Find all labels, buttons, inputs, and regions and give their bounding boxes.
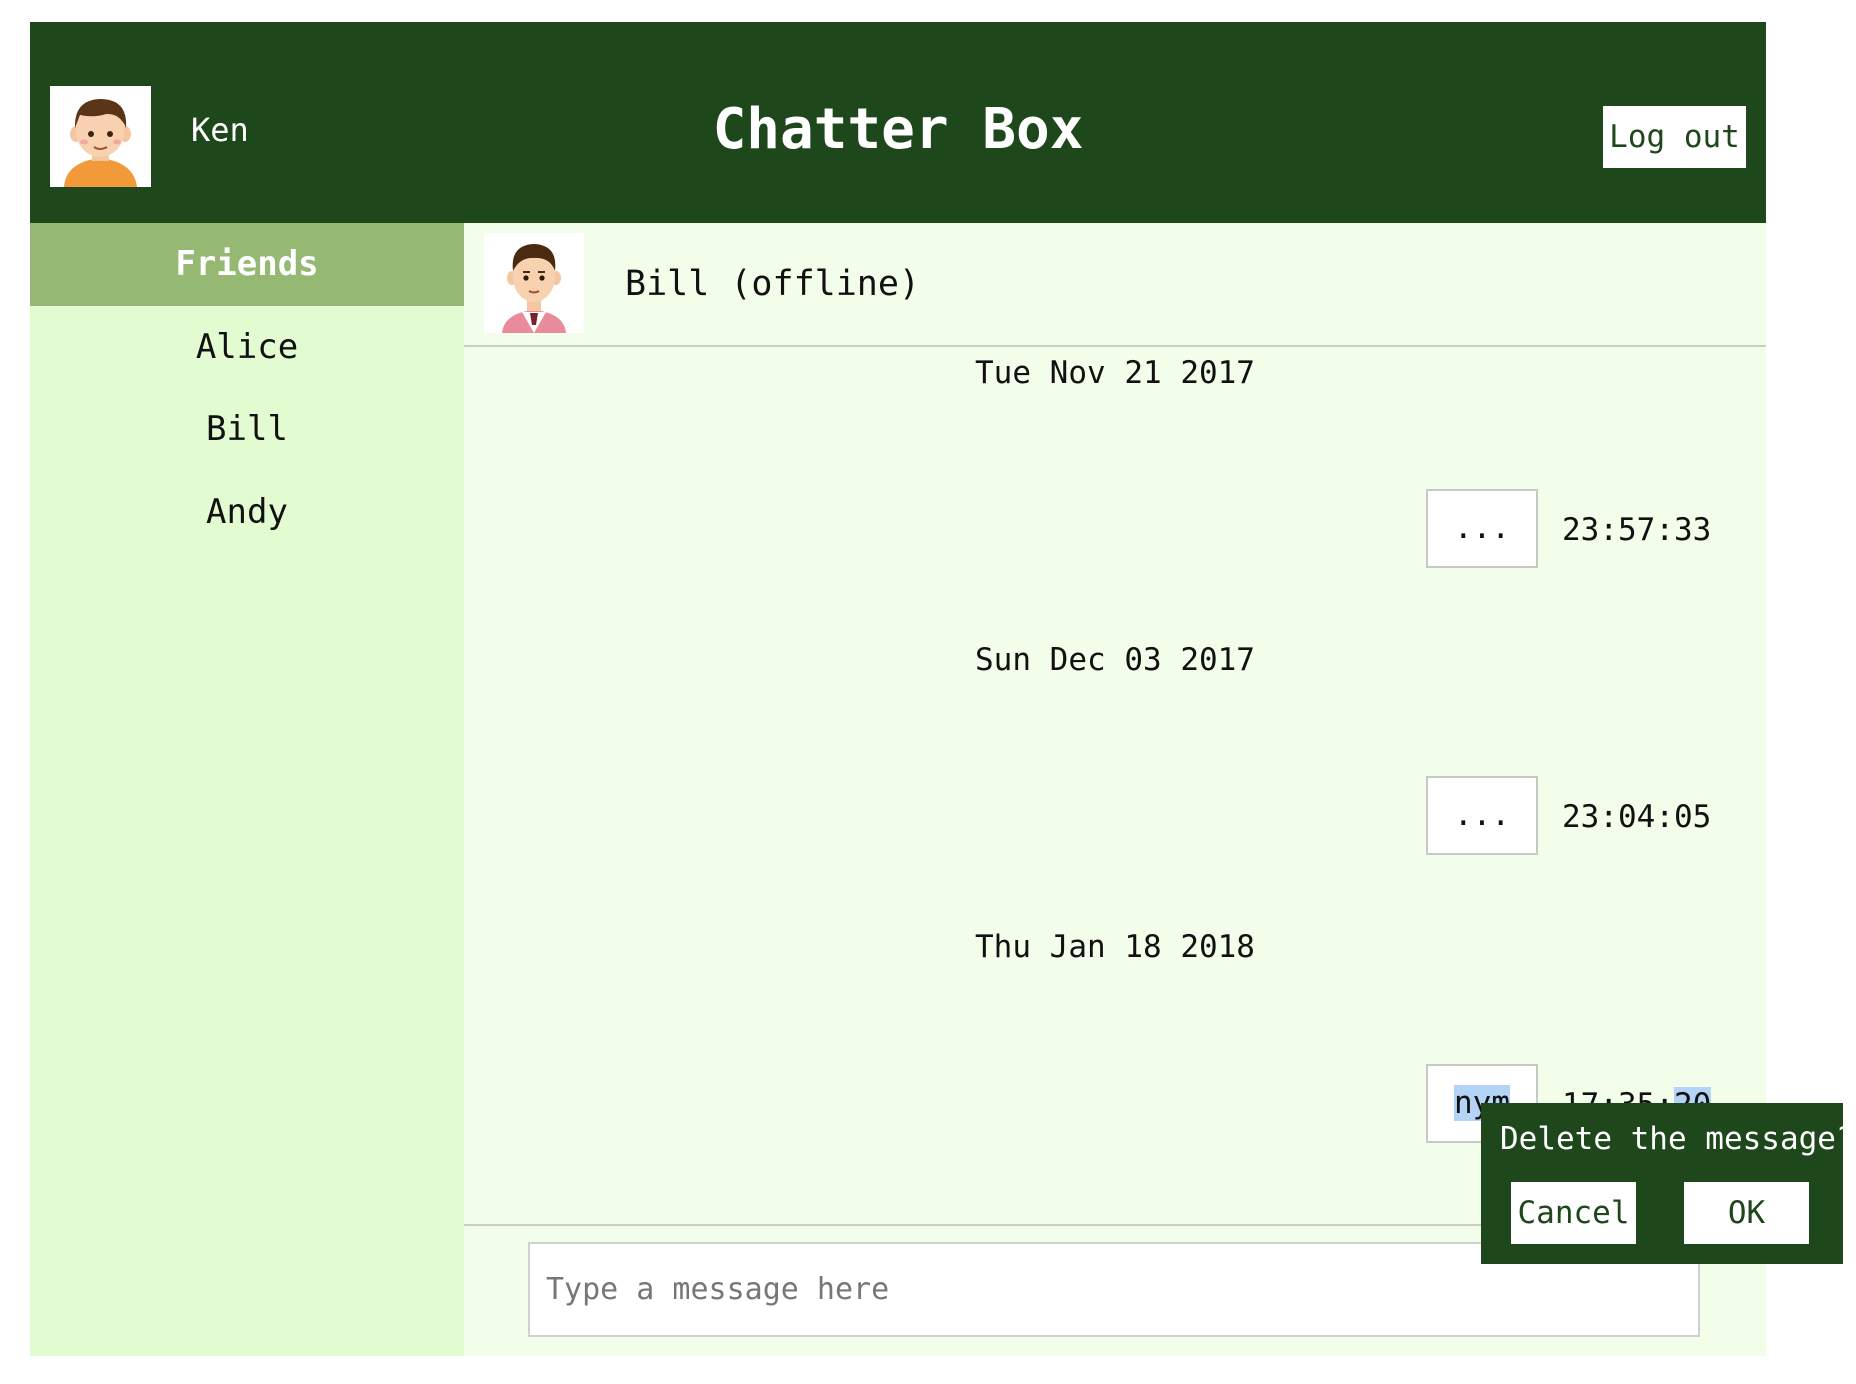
chat-header: Bill (offline): [464, 223, 1766, 347]
app-title: Chatter Box: [712, 97, 1084, 162]
chat-friend-status: Bill (offline): [625, 264, 921, 304]
logout-button[interactable]: Log out: [1603, 106, 1746, 168]
confirm-message: Delete the message?: [1500, 1121, 1855, 1157]
delete-confirm-dialog: Delete the message? Cancel OK: [1481, 1103, 1855, 1264]
message-time: 23:57:33: [1562, 512, 1712, 548]
date-separator: Thu Jan 18 2018: [975, 929, 1255, 965]
ok-button[interactable]: OK: [1684, 1182, 1809, 1244]
top-bar: Ken Chatter Box Log out: [30, 22, 1766, 223]
friend-item-bill[interactable]: Bill: [30, 388, 464, 470]
friend-item-alice[interactable]: Alice: [30, 306, 464, 388]
friend-avatar: [484, 233, 584, 333]
date-separator: Sun Dec 03 2017: [975, 642, 1255, 678]
friend-item-andy[interactable]: Andy: [30, 471, 464, 553]
message-bubble[interactable]: ...: [1426, 776, 1538, 855]
date-separator: Tue Nov 21 2017: [975, 355, 1255, 391]
friends-heading: Friends: [30, 223, 464, 306]
message-time: 23:04:05: [1562, 799, 1712, 835]
friends-sidebar: Friends Alice Bill Andy: [30, 223, 464, 1356]
message-bubble[interactable]: ...: [1426, 489, 1538, 568]
cancel-button[interactable]: Cancel: [1511, 1182, 1636, 1244]
man-avatar-icon: [502, 244, 566, 333]
